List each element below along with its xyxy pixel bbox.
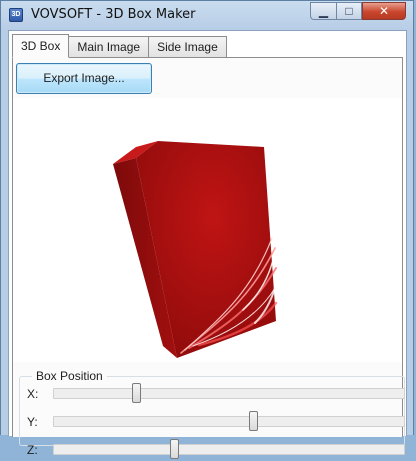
caption-buttons: ▁ □ ✕ bbox=[310, 2, 406, 20]
tab-strip: 3D Box Main Image Side Image bbox=[12, 34, 227, 58]
box-position-title: Box Position bbox=[32, 369, 107, 383]
maximize-icon: □ bbox=[345, 4, 353, 18]
box-position-group: Box Position X: Y: Z: bbox=[19, 369, 406, 459]
3d-box-image bbox=[113, 141, 278, 358]
slider-row-z: Z: bbox=[20, 439, 406, 461]
slider-row-y: Y: bbox=[20, 411, 406, 433]
z-slider-thumb[interactable] bbox=[169, 439, 179, 459]
tab-side-image[interactable]: Side Image bbox=[149, 36, 227, 58]
maximize-button[interactable]: □ bbox=[336, 2, 362, 20]
box-preview bbox=[13, 98, 402, 362]
y-label: Y: bbox=[27, 415, 38, 429]
tab-main-image[interactable]: Main Image bbox=[69, 36, 150, 58]
close-icon: ✕ bbox=[378, 4, 390, 18]
x-slider-thumb[interactable] bbox=[131, 383, 141, 403]
slider-row-x: X: bbox=[20, 383, 406, 405]
z-slider-track[interactable] bbox=[53, 444, 405, 455]
client-area: 3D Box Main Image Side Image Export Imag… bbox=[8, 30, 407, 459]
y-slider-thumb[interactable] bbox=[248, 411, 258, 431]
app-icon: 3D bbox=[9, 8, 23, 22]
x-label: X: bbox=[27, 387, 39, 401]
x-slider-track[interactable] bbox=[53, 388, 405, 399]
tab-3d-box[interactable]: 3D Box bbox=[12, 34, 70, 58]
title-bar[interactable]: 3D VOVSOFT - 3D Box Maker ▁ □ ✕ bbox=[1, 1, 413, 29]
z-label: Z: bbox=[27, 443, 38, 457]
box-front-face bbox=[136, 141, 276, 358]
export-image-button[interactable]: Export Image... bbox=[16, 63, 152, 94]
window-title: VOVSOFT - 3D Box Maker bbox=[31, 7, 196, 22]
tab-panel-3d-box: Export Image... Box Position X: Y: Z: bbox=[12, 57, 405, 459]
minimize-button[interactable]: ▁ bbox=[310, 2, 336, 20]
minimize-icon: ▁ bbox=[318, 4, 329, 18]
close-button[interactable]: ✕ bbox=[362, 2, 406, 20]
app-window: 3D VOVSOFT - 3D Box Maker ▁ □ ✕ 3D Box M… bbox=[0, 0, 414, 459]
y-slider-track[interactable] bbox=[53, 416, 405, 427]
